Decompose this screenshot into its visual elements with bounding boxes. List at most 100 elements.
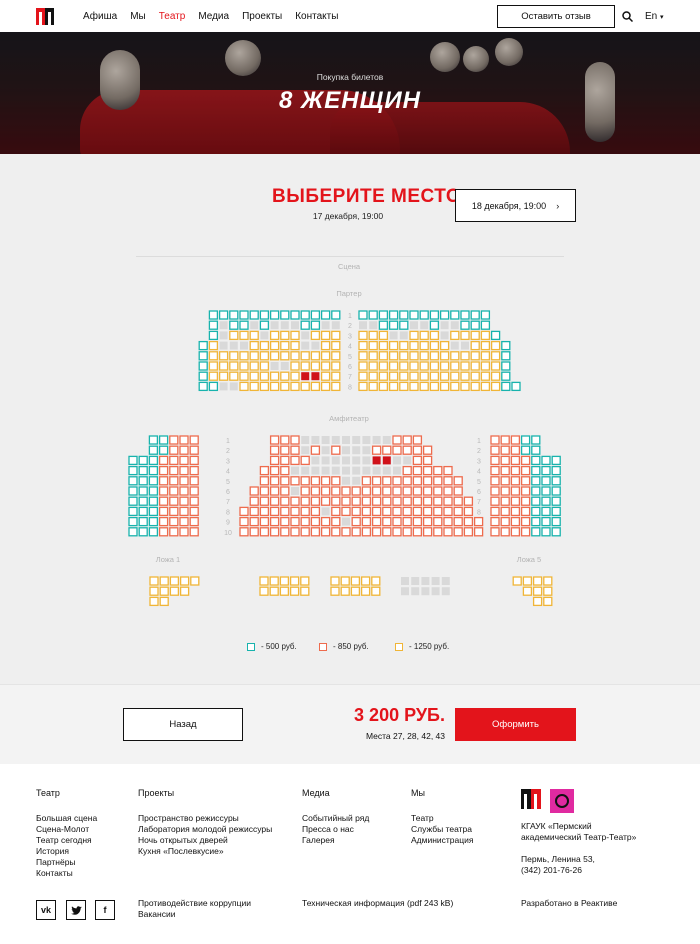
seat[interactable] <box>239 351 249 361</box>
seat[interactable] <box>402 476 412 486</box>
seat[interactable] <box>510 486 521 496</box>
seat[interactable] <box>422 445 433 455</box>
seat[interactable] <box>429 381 440 392</box>
seat[interactable] <box>259 486 270 496</box>
seat[interactable] <box>290 496 300 506</box>
seat[interactable] <box>198 340 208 351</box>
seat[interactable] <box>158 516 169 527</box>
seat[interactable] <box>412 486 423 496</box>
seat[interactable] <box>290 310 300 320</box>
seat[interactable] <box>148 486 159 496</box>
seat[interactable] <box>500 445 510 455</box>
seat[interactable] <box>128 486 138 496</box>
seat[interactable] <box>138 496 148 506</box>
seat[interactable] <box>371 506 382 517</box>
seat[interactable] <box>543 596 553 607</box>
seat[interactable] <box>189 445 199 455</box>
seat[interactable] <box>422 476 433 486</box>
seat[interactable] <box>169 516 179 527</box>
seat[interactable] <box>138 516 148 527</box>
seat[interactable] <box>280 310 290 320</box>
seat[interactable] <box>463 516 474 527</box>
vacancies-link[interactable]: Вакансии <box>138 909 251 920</box>
seat[interactable] <box>490 340 501 351</box>
seat[interactable] <box>371 516 382 527</box>
seat[interactable] <box>128 496 138 506</box>
next-date-button[interactable]: 18 декабря, 19:00 › <box>455 189 576 222</box>
footer-link[interactable]: Галерея <box>302 835 369 846</box>
seat[interactable] <box>473 527 484 537</box>
seat[interactable] <box>290 361 300 371</box>
seat[interactable] <box>368 371 378 381</box>
seat[interactable] <box>169 476 179 486</box>
seat[interactable] <box>249 527 259 537</box>
seat[interactable] <box>419 340 429 351</box>
seat[interactable] <box>371 476 382 486</box>
seat[interactable] <box>541 527 551 537</box>
seat[interactable] <box>169 465 179 476</box>
seat[interactable] <box>361 516 372 527</box>
seat[interactable] <box>259 576 269 586</box>
seat[interactable] <box>500 527 510 537</box>
seat[interactable] <box>439 381 450 392</box>
seat[interactable] <box>501 371 511 381</box>
seat[interactable] <box>433 516 443 527</box>
footer-link[interactable]: Службы театра <box>411 824 473 835</box>
seat[interactable] <box>368 330 378 341</box>
seat[interactable] <box>510 435 521 445</box>
seat[interactable] <box>392 445 402 455</box>
seat[interactable] <box>532 596 543 607</box>
seat[interactable] <box>551 476 561 486</box>
seat[interactable] <box>179 496 189 506</box>
seat[interactable] <box>320 371 331 381</box>
seat[interactable] <box>280 381 290 392</box>
seat[interactable] <box>358 340 368 351</box>
seat[interactable] <box>522 576 533 586</box>
seat[interactable] <box>148 476 159 486</box>
seat[interactable] <box>463 496 474 506</box>
seat[interactable] <box>443 465 453 476</box>
seat[interactable] <box>443 486 453 496</box>
seat[interactable] <box>249 310 259 320</box>
seat[interactable] <box>320 381 331 392</box>
seat[interactable] <box>269 586 279 596</box>
seat[interactable] <box>490 381 501 392</box>
seat[interactable] <box>249 361 259 371</box>
seat[interactable] <box>490 371 501 381</box>
nav-item-afisha[interactable]: Афиша <box>83 11 117 22</box>
seat[interactable] <box>480 310 491 320</box>
seat[interactable] <box>229 361 239 371</box>
seat[interactable] <box>443 476 453 486</box>
seat[interactable] <box>490 486 500 496</box>
footer-link[interactable]: Партнёры <box>36 857 97 868</box>
seat[interactable] <box>280 496 290 506</box>
seat[interactable] <box>388 381 399 392</box>
seat[interactable] <box>512 576 522 586</box>
seat[interactable] <box>531 445 541 455</box>
seat[interactable] <box>280 435 290 445</box>
seat[interactable] <box>300 516 310 527</box>
seat[interactable] <box>412 435 423 445</box>
seat[interactable] <box>169 455 179 466</box>
seat[interactable] <box>190 576 200 586</box>
seat[interactable] <box>149 586 159 596</box>
seat[interactable] <box>341 486 351 496</box>
footer-link[interactable]: Сцена-Молот <box>36 824 97 835</box>
seat[interactable] <box>280 371 290 381</box>
seat[interactable] <box>300 496 310 506</box>
seat[interactable] <box>189 527 199 537</box>
seat[interactable] <box>541 486 551 496</box>
seat[interactable] <box>239 310 249 320</box>
seat[interactable] <box>300 381 310 392</box>
seat[interactable] <box>433 496 443 506</box>
seat[interactable] <box>300 455 310 466</box>
seat[interactable] <box>531 527 541 537</box>
seat[interactable] <box>229 310 239 320</box>
seat[interactable] <box>500 496 510 506</box>
seat[interactable] <box>371 486 382 496</box>
seat[interactable] <box>179 476 189 486</box>
seat[interactable] <box>433 476 443 486</box>
seat[interactable] <box>218 310 229 320</box>
footer-link[interactable]: Администрация <box>411 835 473 846</box>
seat[interactable] <box>470 381 480 392</box>
